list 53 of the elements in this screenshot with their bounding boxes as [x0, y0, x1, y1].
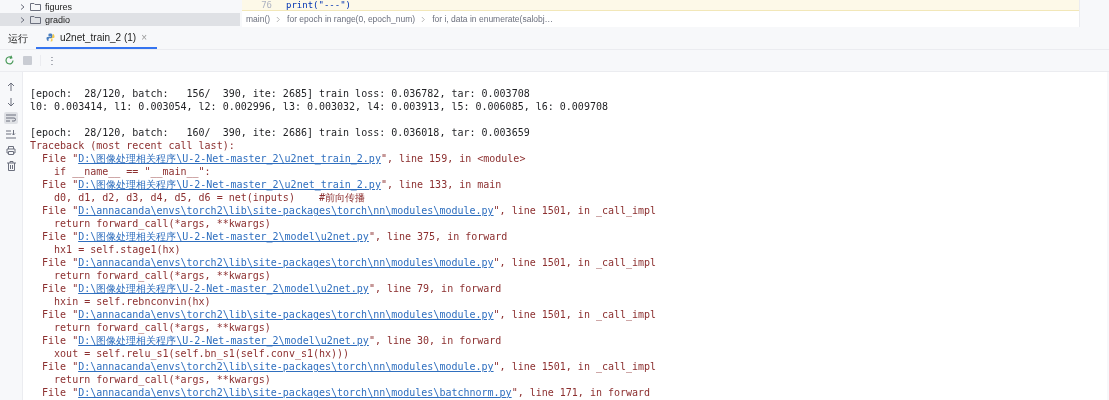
file-link[interactable]: D:\annacanda\envs\torch2\lib\site-packages\torch\nn\modules\module.py	[78, 309, 494, 320]
folder-icon	[30, 2, 41, 11]
folder-icon	[30, 15, 41, 24]
breadcrumb[interactable]: for epoch in range(0, epoch_num)	[287, 14, 416, 24]
chevron-icon	[421, 15, 427, 23]
file-link[interactable]: D:\annacanda\envs\torch2\lib\site-packages\torch\nn\modules\module.py	[78, 257, 494, 268]
code-line: return forward_call(*args, **kwargs)	[53, 373, 271, 386]
code-line: d0, d1, d2, d3, d4, d5, d6 = net(inputs) #前向传播	[53, 191, 365, 204]
file-link[interactable]: D:\图像处理相关程序\U-2-Net-master_2\u2net_train_2.py	[78, 179, 381, 190]
traceback-line: File "D:\annacanda\envs\torch2\lib\site-packages\torch\nn\modules\module.py", line 1501, in _call_impl	[41, 204, 657, 217]
file-link[interactable]: D:\图像处理相关程序\U-2-Net-master_2\model\u2net.py	[78, 335, 369, 346]
traceback-line: File "D:\annacanda\envs\torch2\lib\site-packages\torch\nn\modules\module.py", line 1501, in _call_impl	[41, 360, 657, 373]
rerun-icon[interactable]	[4, 55, 15, 66]
error-line: Traceback (most recent call last):	[30, 139, 235, 152]
tree-item[interactable]: figures	[0, 0, 240, 13]
output-line: [epoch: 28/120, batch: 160/ 390, ite: 2686] train loss: 0.036018, tar: 0.003659	[30, 126, 530, 139]
code-line: print("---")	[286, 0, 352, 10]
code-line: if __name__ == "__main__":	[53, 165, 211, 178]
code-line: hx1 = self.stage1(hx)	[53, 243, 181, 256]
file-link[interactable]: D:\图像处理相关程序\U-2-Net-master_2\model\u2net.py	[78, 231, 369, 242]
traceback-line: File "D:\annacanda\envs\torch2\lib\site-packages\torch\nn\modules\module.py", line 1501, in _call_impl	[41, 256, 657, 269]
code-line: hxin = self.rebnconvin(hx)	[53, 295, 211, 308]
code-line: return forward_call(*args, **kwargs)	[53, 269, 271, 282]
traceback-line: File "D:\annacanda\envs\torch2\lib\site-packages\torch\nn\modules\batchnorm.py", line 171, in forward	[41, 386, 651, 399]
run-tab[interactable]: u2net_train_2 (1) ×	[36, 28, 157, 49]
file-link[interactable]: D:\annacanda\envs\torch2\lib\site-packages\torch\nn\modules\module.py	[78, 361, 494, 372]
tab-label: u2net_train_2 (1)	[60, 32, 137, 43]
breadcrumb[interactable]: for i, data in enumerate(salobj…	[432, 14, 554, 24]
traceback-line: File "D:\图像处理相关程序\U-2-Net-master_2\u2net_train_2.py", line 159, in <module>	[41, 152, 526, 165]
file-link[interactable]: D:\annacanda\envs\torch2\lib\site-packages\torch\nn\modules\module.py	[78, 205, 494, 216]
traceback-line: File "D:\图像处理相关程序\U-2-Net-master_2\model\u2net.py", line 30, in forward	[41, 334, 502, 347]
line-number: 76	[260, 0, 273, 10]
close-icon[interactable]: ×	[141, 32, 147, 43]
traceback-line: File "D:\annacanda\envs\torch2\lib\site-packages\torch\nn\modules\module.py", line 1501, in _call_impl	[41, 308, 657, 321]
traceback-line: File "D:\图像处理相关程序\U-2-Net-master_2\model\u2net.py", line 375, in forward	[41, 230, 508, 243]
code-line: return forward_call(*args, **kwargs)	[53, 217, 271, 230]
traceback-line: File "D:\图像处理相关程序\U-2-Net-master_2\model\u2net.py", line 79, in forward	[41, 282, 502, 295]
code-line: return forward_call(*args, **kwargs)	[53, 321, 271, 334]
output-line: [epoch: 28/120, batch: 156/ 390, ite: 2685] train loss: 0.036782, tar: 0.003708	[30, 87, 530, 100]
breadcrumb[interactable]: main()	[246, 14, 271, 24]
python-icon	[46, 33, 55, 42]
panel-title: 运行	[7, 31, 29, 46]
code-line: xout = self.relu_s1(self.bn_s1(self.conv_s1(hx)))	[53, 347, 350, 360]
file-link[interactable]: D:\annacanda\envs\torch2\lib\site-packages\torch\nn\modules\batchnorm.py	[78, 387, 512, 398]
file-link[interactable]: D:\图像处理相关程序\U-2-Net-master_2\u2net_train_2.py	[78, 153, 381, 164]
trash-icon[interactable]	[4, 160, 18, 172]
output-line: l0: 0.003414, l1: 0.003054, l2: 0.002996, l3: 0.003032, l4: 0.003913, l5: 0.006085, l6: 0.009708	[30, 100, 608, 113]
chevron-icon	[276, 15, 282, 23]
print-icon[interactable]	[4, 144, 18, 156]
tree-item[interactable]: gradio	[0, 13, 240, 26]
traceback-line: File "D:\图像处理相关程序\U-2-Net-master_2\u2net_train_2.py", line 133, in main	[41, 178, 502, 191]
scroll-to-end-icon[interactable]	[4, 128, 18, 140]
file-link[interactable]: D:\图像处理相关程序\U-2-Net-master_2\model\u2net.py	[78, 283, 369, 294]
